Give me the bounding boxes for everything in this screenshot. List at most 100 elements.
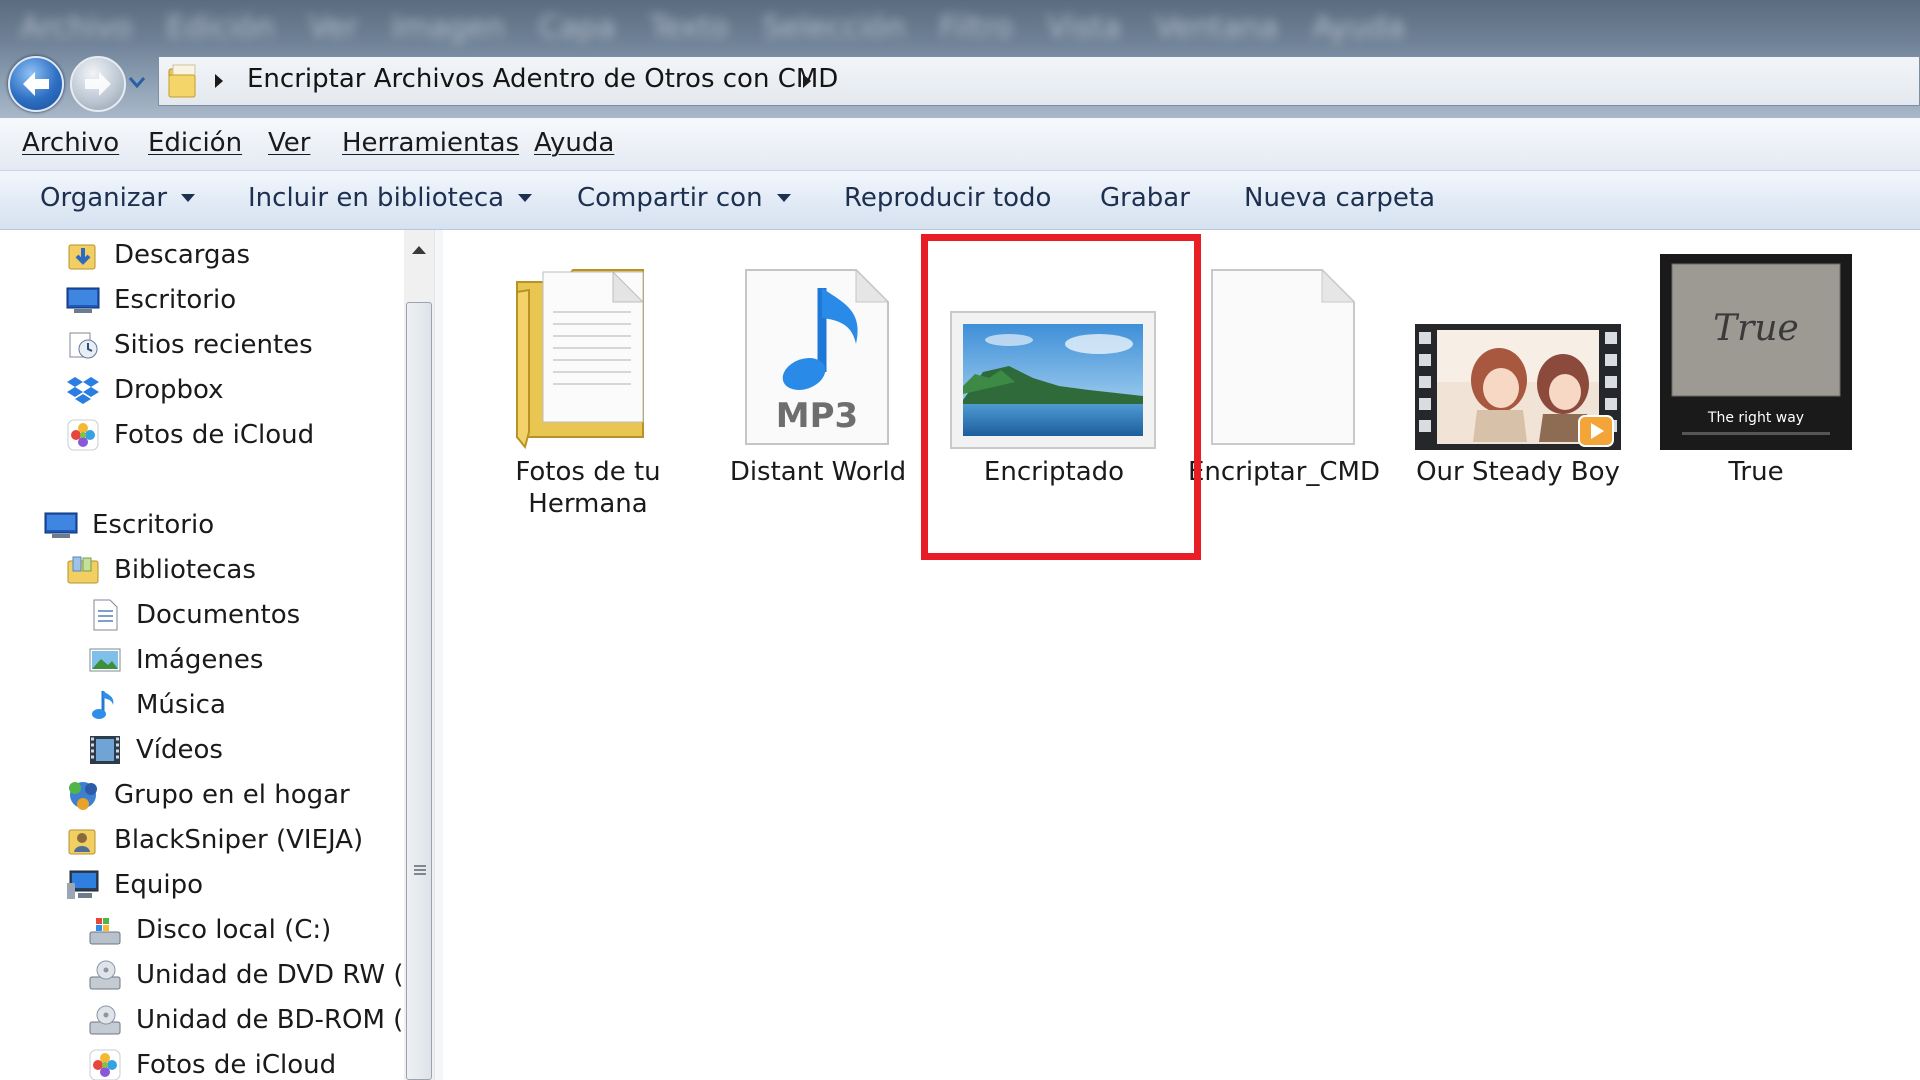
- arrow-right-icon: [85, 72, 111, 96]
- desktop-icon: [66, 283, 100, 317]
- file-item-blank[interactable]: Encriptar_CMD: [1179, 242, 1389, 488]
- blurred-menu-item: Ver: [308, 10, 358, 45]
- nav-item-dvd-d[interactable]: Unidad de DVD RW (D:): [88, 955, 404, 995]
- navigation-scrollbar[interactable]: [404, 230, 434, 1080]
- nav-item-escritorio-fav[interactable]: Escritorio: [66, 280, 236, 320]
- grip-lines-icon: [414, 865, 426, 875]
- folder-icon: [483, 242, 693, 452]
- nav-item-videos[interactable]: Vídeos: [88, 730, 223, 770]
- organize-button[interactable]: Organizar: [40, 183, 196, 213]
- file-item-folder[interactable]: Fotos de tu Hermana: [483, 242, 693, 520]
- blurred-menu-item: Edición: [166, 10, 275, 45]
- music-icon: [88, 688, 122, 722]
- address-bar[interactable]: Encriptar Archivos Adentro de Otros con …: [158, 56, 1920, 106]
- burn-label: Grabar: [1100, 183, 1190, 213]
- computer-icon: [66, 868, 100, 902]
- video-file-icon: [1413, 242, 1623, 452]
- breadcrumb-current-folder[interactable]: Encriptar Archivos Adentro de Otros con …: [247, 64, 838, 94]
- burn-button[interactable]: Grabar: [1100, 183, 1190, 213]
- blurred-background-menu: Archivo Edición Ver Imagen Capa Texto Se…: [20, 10, 1405, 50]
- file-name: Distant World: [729, 457, 907, 487]
- include-in-library-button[interactable]: Incluir en biblioteca: [248, 183, 533, 213]
- dropdown-arrow-icon: [776, 194, 791, 202]
- menu-edicion[interactable]: Edición: [148, 128, 242, 158]
- blurred-menu-item: Texto: [649, 10, 729, 45]
- mp3-badge: MP3: [776, 396, 858, 436]
- file-item-video[interactable]: Our Steady Boy: [1413, 242, 1623, 488]
- recent-pages-dropdown[interactable]: [128, 74, 146, 90]
- blurred-menu-item: Ventana: [1154, 10, 1279, 45]
- nav-item-sitios-recientes[interactable]: Sitios recientes: [66, 325, 313, 365]
- back-button[interactable]: [8, 56, 64, 112]
- breadcrumb-arrow-icon[interactable]: [211, 68, 227, 94]
- nav-item-icloud[interactable]: Fotos de iCloud: [88, 1045, 336, 1080]
- nav-item-escritorio[interactable]: Escritorio: [44, 505, 214, 545]
- navigation-pane: Descargas Escritorio Sitios recientes Dr…: [0, 230, 404, 1080]
- nav-item-imagenes[interactable]: Imágenes: [88, 640, 263, 680]
- play-all-button[interactable]: Reproducir todo: [844, 183, 1051, 213]
- file-name: Encriptado: [983, 457, 1125, 487]
- nav-item-blacksniper[interactable]: BlackSniper (VIEJA): [66, 820, 363, 860]
- nav-item-equipo[interactable]: Equipo: [66, 865, 203, 905]
- nav-item-musica[interactable]: Música: [88, 685, 226, 725]
- nav-item-bibliotecas[interactable]: Bibliotecas: [66, 550, 256, 590]
- share-with-button[interactable]: Compartir con: [577, 183, 791, 213]
- nav-item-dropbox[interactable]: Dropbox: [66, 370, 224, 410]
- blurred-menu-item: Ayuda: [1312, 10, 1405, 45]
- videos-icon: [88, 733, 122, 767]
- folder-icon: [168, 64, 196, 98]
- video-thumbnail-icon: True The right way: [1651, 242, 1861, 452]
- menu-ver[interactable]: Ver: [268, 128, 310, 158]
- breadcrumb-arrow-icon[interactable]: [799, 68, 815, 94]
- file-name: Fotos de tu Hermana: [515, 457, 661, 519]
- dropdown-arrow-icon: [518, 194, 533, 202]
- nav-item-descargas[interactable]: Descargas: [66, 235, 250, 275]
- file-view: Fotos de tu Hermana MP3 Distant World En…: [443, 230, 1920, 1080]
- blurred-menu-item: Filtro: [939, 10, 1013, 45]
- homegroup-icon: [66, 778, 100, 812]
- file-name: True: [1728, 457, 1784, 487]
- forward-button[interactable]: [70, 56, 126, 112]
- file-item-image[interactable]: Encriptado: [949, 242, 1159, 488]
- blurred-menu-item: Imagen: [391, 10, 505, 45]
- include-in-library-label: Incluir en biblioteca: [248, 183, 505, 213]
- blurred-menu-item: Selección: [762, 10, 906, 45]
- mp3-file-icon: MP3: [713, 242, 923, 452]
- nav-item-icloud-fav[interactable]: Fotos de iCloud: [66, 415, 314, 455]
- local-disk-icon: [88, 913, 122, 947]
- file-name: Our Steady Boy: [1416, 457, 1620, 487]
- libraries-icon: [66, 553, 100, 587]
- file-item-mp3[interactable]: MP3 Distant World: [713, 242, 923, 488]
- nav-item-bd-e[interactable]: Unidad de BD-ROM (E:): [88, 1000, 404, 1040]
- chevron-down-icon: [128, 77, 146, 89]
- menu-ayuda[interactable]: Ayuda: [534, 128, 614, 158]
- pictures-icon: [88, 643, 122, 677]
- new-folder-button[interactable]: Nueva carpeta: [1244, 183, 1435, 213]
- dvd-drive-icon: [88, 958, 122, 992]
- dropdown-arrow-icon: [181, 194, 196, 202]
- window-titlebar: Archivo Edición Ver Imagen Capa Texto Se…: [0, 0, 1920, 118]
- nav-item-grupo-hogar[interactable]: Grupo en el hogar: [66, 775, 350, 815]
- nav-item-documentos[interactable]: Documentos: [88, 595, 300, 635]
- blank-file-icon: [1179, 242, 1389, 452]
- blurred-menu-item: Vista: [1046, 10, 1121, 45]
- image-file-icon: [949, 242, 1159, 452]
- pane-splitter[interactable]: [434, 230, 443, 1080]
- blurred-menu-item: Capa: [538, 10, 616, 45]
- file-item-true[interactable]: True The right way True: [1651, 242, 1861, 488]
- bd-drive-icon: [88, 1003, 122, 1037]
- command-toolbar: Organizar Incluir en biblioteca Comparti…: [0, 171, 1920, 230]
- scrollbar-thumb[interactable]: [406, 302, 432, 1080]
- icloud-photos-icon: [88, 1048, 122, 1080]
- organize-label: Organizar: [40, 183, 168, 213]
- blurred-menu-item: Archivo: [20, 10, 133, 45]
- menu-herramientas[interactable]: Herramientas: [342, 128, 519, 158]
- share-with-label: Compartir con: [577, 183, 763, 213]
- downloads-folder-icon: [66, 238, 100, 272]
- menu-archivo[interactable]: Archivo: [22, 128, 119, 158]
- scroll-up-arrow-icon[interactable]: [404, 238, 434, 262]
- desktop-icon: [44, 508, 78, 542]
- nav-item-disco-c[interactable]: Disco local (C:): [88, 910, 331, 950]
- thumb-caption: The right way: [1707, 410, 1804, 426]
- arrow-left-icon: [23, 72, 49, 96]
